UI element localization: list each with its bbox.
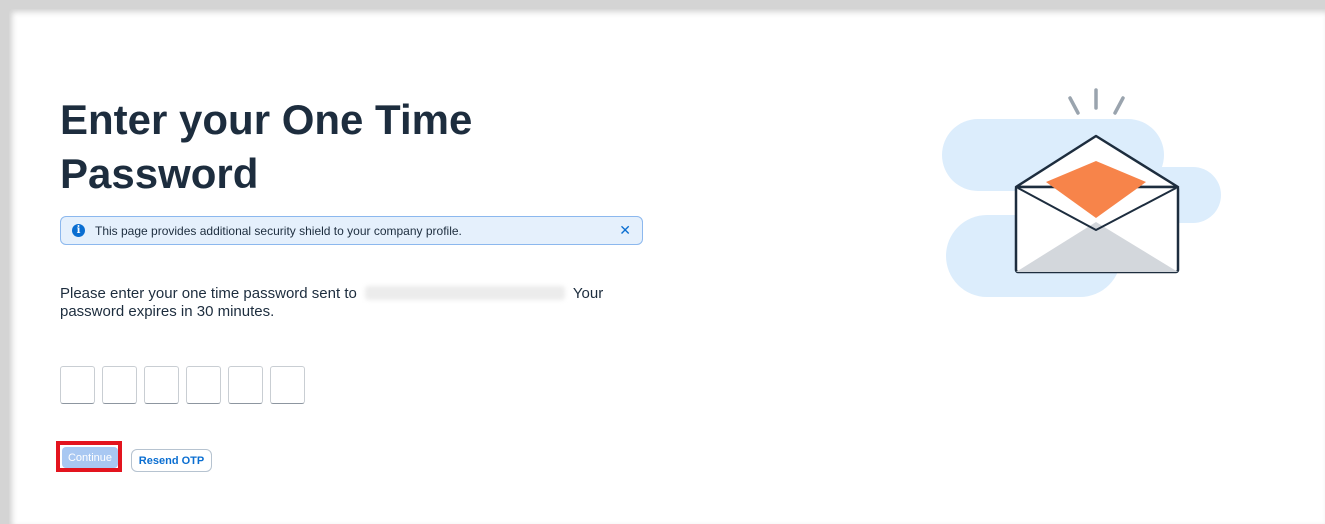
instructions-lead-text: Please enter your one time password sent… [60, 285, 357, 302]
otp-digit-2[interactable] [102, 366, 137, 404]
info-icon: i [72, 224, 85, 237]
otp-digit-6[interactable] [270, 366, 305, 404]
security-info-text: This page provides additional security s… [95, 223, 462, 238]
otp-digit-5[interactable] [228, 366, 263, 404]
continue-button[interactable]: Continue [62, 447, 118, 468]
close-icon[interactable]: ✕ [619, 224, 631, 238]
page-title: Enter your One Time Password [60, 96, 473, 197]
page-frame: Enter your One Time Password i This page… [0, 0, 1325, 524]
open-envelope-icon [942, 88, 1221, 297]
otp-digit-4[interactable] [186, 366, 221, 404]
sparkle-icon [1068, 88, 1125, 115]
redacted-email: •••••••••••••••••••••• [365, 286, 566, 300]
otp-digit-3[interactable] [144, 366, 179, 404]
resend-otp-button[interactable]: Resend OTP [131, 449, 212, 472]
otp-input-group [60, 366, 305, 404]
security-info-strip: i This page provides additional security… [60, 216, 643, 245]
otp-digit-1[interactable] [60, 366, 95, 404]
otp-instructions: Please enter your one time password sent… [60, 285, 630, 321]
